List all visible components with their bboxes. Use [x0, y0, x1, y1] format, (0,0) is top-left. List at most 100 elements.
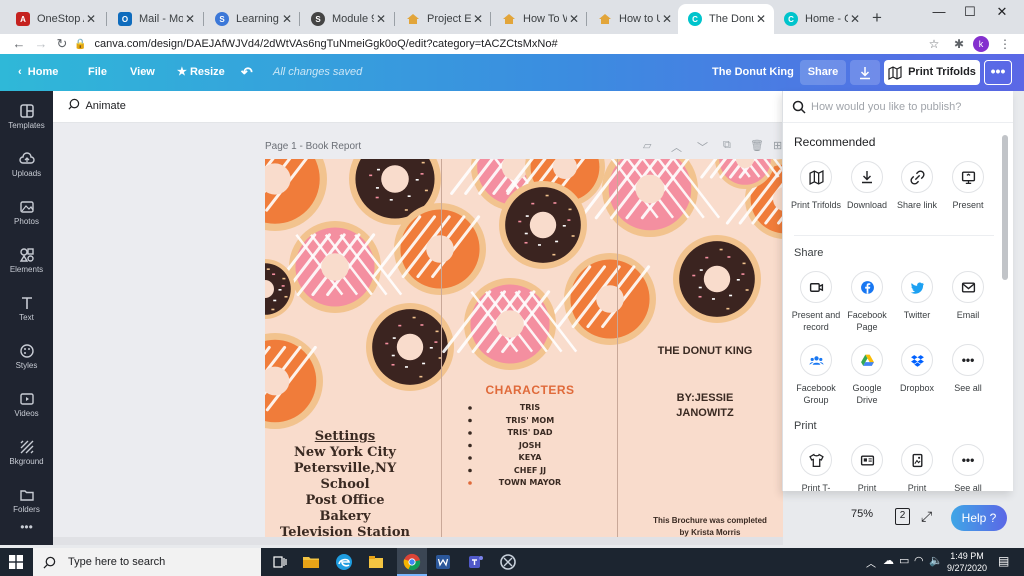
browser-menu-icon[interactable]: ⋮ [996, 35, 1014, 53]
windows-start-icon[interactable] [9, 555, 23, 569]
sidebar-item-uploads[interactable]: Uploads [0, 143, 53, 191]
new-tab-button[interactable]: + [872, 8, 882, 28]
close-icon[interactable]: ✕ [84, 12, 98, 26]
undo-icon[interactable]: ↶ [241, 54, 253, 91]
sidebar-item-videos[interactable]: Videos [0, 383, 53, 431]
duplicate-page-icon[interactable]: ⧉ [723, 139, 731, 152]
close-icon[interactable]: ✕ [280, 12, 294, 26]
fullscreen-icon[interactable]: ⤢ [921, 508, 932, 525]
browser-tab-9[interactable]: C Home - Canva ✕ [774, 6, 868, 32]
minimize-button[interactable]: — [924, 4, 954, 19]
browser-tab-active[interactable]: C The Donut Kin ✕ [678, 4, 774, 34]
notifications-icon[interactable]: ▤ [998, 554, 1009, 568]
close-icon[interactable]: ✕ [567, 12, 581, 26]
sidebar-item-background[interactable]: Bkground [0, 431, 53, 479]
more-options-button[interactable]: ••• [984, 60, 1012, 85]
reload-icon[interactable]: ↻ [53, 34, 71, 54]
bookmark-star-icon[interactable]: ☆ [925, 35, 943, 53]
edge-browser-icon[interactable] [334, 552, 354, 572]
browser-tab-5[interactable]: Project Editor ✕ [396, 6, 491, 32]
share-button[interactable]: Share [800, 60, 846, 85]
publish-search-input[interactable] [811, 98, 991, 116]
footer-credit[interactable]: This Brochure was completed by Krista Mo… [625, 515, 783, 539]
extensions-puzzle-icon[interactable]: ✱ [950, 35, 968, 53]
browser-tab-2[interactable]: O Mail - Morris, I ✕ [108, 6, 203, 32]
print-trifolds-button[interactable]: Print Trifolds [884, 60, 980, 85]
sidebar-item-text[interactable]: Text [0, 287, 53, 335]
chevron-up-icon[interactable]: ︿ [671, 139, 682, 155]
download-button[interactable] [850, 60, 880, 85]
option-see-all-print[interactable]: ••• See all [943, 444, 993, 491]
sidebar-item-templates[interactable]: Templates [0, 95, 53, 143]
option-print-card[interactable]: Print [842, 444, 892, 491]
view-menu[interactable]: View [130, 54, 155, 91]
snipping-tool-icon[interactable] [498, 552, 518, 572]
cloud-sync-icon[interactable]: ☁ [883, 554, 894, 567]
option-facebook-group[interactable]: Facebook Group [791, 344, 841, 406]
close-icon[interactable]: ✕ [374, 12, 388, 26]
browser-tab-3[interactable]: S Learning Mana ✕ [205, 6, 300, 32]
notes-icon[interactable]: ▱ [643, 139, 651, 152]
close-icon[interactable]: ✕ [754, 12, 768, 26]
system-clock[interactable]: 1:49 PM 9/27/2020 [943, 550, 991, 574]
resize-button[interactable]: ★ Resize [177, 54, 225, 91]
maximize-button[interactable]: ☐ [955, 4, 985, 20]
help-button[interactable]: Help ? [951, 505, 1007, 531]
browser-tab-4[interactable]: S Module 9 Assi ✕ [301, 6, 394, 32]
option-dropbox[interactable]: Dropbox [892, 344, 942, 394]
wifi-icon[interactable]: ◠ [914, 554, 924, 567]
option-facebook-page[interactable]: Facebook Page [842, 271, 892, 333]
option-download[interactable]: Download [842, 161, 892, 211]
panel-scrollbar[interactable] [1002, 135, 1008, 280]
option-print-tshirt[interactable]: Print T- [791, 444, 841, 491]
sidebar-item-styles[interactable]: Styles [0, 335, 53, 383]
author-block[interactable]: BY:JESSIE JANOWITZ [625, 391, 783, 421]
option-see-all-share[interactable]: ••• See all [943, 344, 993, 394]
chevron-down-icon[interactable]: ﹀ [697, 139, 708, 155]
home-button[interactable]: ‹ Home [18, 54, 58, 91]
option-twitter[interactable]: Twitter [892, 271, 942, 321]
browser-tab-1[interactable]: A OneStop Austi ✕ [6, 6, 104, 32]
file-menu[interactable]: File [88, 54, 107, 91]
back-arrow-icon[interactable]: ← [10, 34, 28, 54]
profile-avatar[interactable]: k [973, 36, 989, 52]
file-manager-icon[interactable] [366, 552, 386, 572]
option-print-trifolds[interactable]: Print Trifolds [791, 161, 841, 211]
horizontal-scrollbar[interactable] [53, 537, 783, 545]
close-icon[interactable]: ✕ [848, 12, 862, 26]
sidebar-item-photos[interactable]: Photos [0, 191, 53, 239]
close-icon[interactable]: ✕ [471, 12, 485, 26]
close-icon[interactable]: ✕ [660, 12, 674, 26]
battery-icon[interactable]: ▭ [899, 554, 909, 567]
page-count-button[interactable]: 2 [895, 508, 910, 525]
volume-icon[interactable]: 🔈 [929, 554, 943, 567]
option-present-and-record[interactable]: Present and record [791, 271, 841, 333]
forward-arrow-icon[interactable]: → [32, 34, 50, 54]
tray-chevron-up-icon[interactable]: ︿ [866, 555, 876, 570]
word-icon[interactable] [433, 552, 453, 572]
option-email[interactable]: Email [943, 271, 993, 321]
task-view-icon[interactable] [270, 552, 290, 572]
file-explorer-icon[interactable] [301, 552, 321, 572]
window-close-button[interactable]: ✕ [987, 4, 1017, 20]
chrome-taskbar-button[interactable] [397, 548, 427, 576]
browser-tab-6[interactable]: How To Write ✕ [492, 6, 587, 32]
design-page[interactable]: Settings New York City Petersville,NY Sc… [265, 159, 783, 539]
delete-page-icon[interactable]: 🗑 [750, 139, 764, 152]
url-bar[interactable]: 🔒 canva.com/design/DAEJAfWJVd4/2dWtVAs6n… [74, 34, 934, 54]
browser-tab-7[interactable]: How to Use th ✕ [588, 6, 680, 32]
add-page-icon[interactable]: ⊞ [773, 139, 782, 152]
settings-block[interactable]: Settings New York City Petersville,NY Sc… [265, 429, 425, 539]
option-share-link[interactable]: Share link [892, 161, 942, 211]
characters-title[interactable]: CHARACTERS [471, 383, 589, 397]
sidebar-item-elements[interactable]: Elements [0, 239, 53, 287]
animate-button[interactable]: Animate [67, 91, 126, 121]
close-icon[interactable]: ✕ [183, 12, 197, 26]
zoom-level[interactable]: 75% [851, 508, 873, 520]
characters-list[interactable]: TRIS TRIS' MOM TRIS' DAD JOSH KEYA CHEF … [465, 402, 595, 490]
option-google-drive[interactable]: Google Drive [842, 344, 892, 406]
option-print-poster[interactable]: Print [892, 444, 942, 491]
option-present[interactable]: Present [943, 161, 993, 211]
design-title[interactable]: The Donut King [712, 54, 794, 91]
book-title[interactable]: THE DONUT KING [625, 345, 783, 357]
